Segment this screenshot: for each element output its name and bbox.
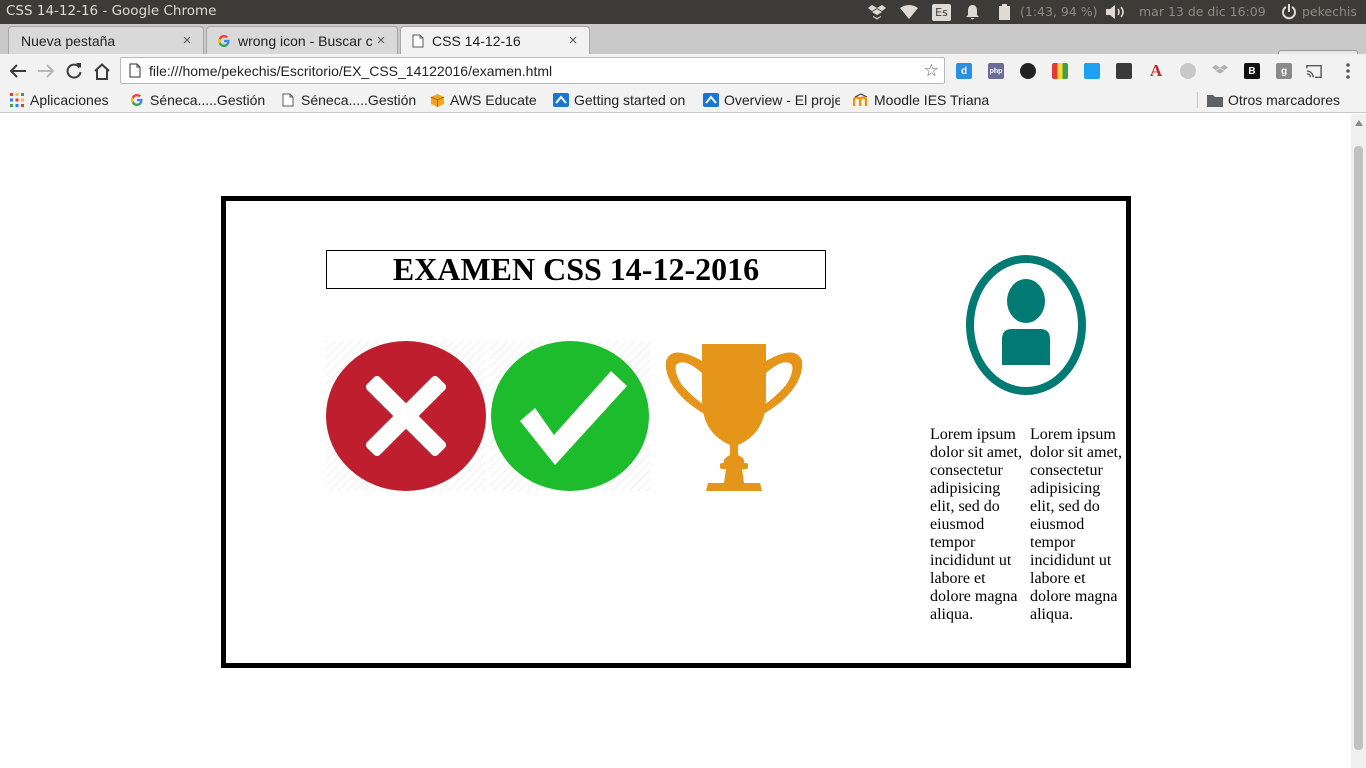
bookmark-label: Getting started on [574,92,686,108]
moodle-icon [853,92,869,108]
bookmark-label: AWS Educate [450,92,537,108]
cast-icon[interactable] [1306,63,1322,79]
php-extension-icon[interactable]: php [988,63,1004,79]
window-title: CSS 14-12-16 - Google Chrome [6,3,217,19]
user-name[interactable]: pekechis [1302,4,1357,19]
trophy-icon [665,344,803,491]
address-bar[interactable]: file:///home/pekechis/Escritorio/EX_CSS_… [120,57,945,84]
os-top-panel: CSS 14-12-16 - Google Chrome Es (1:43, 9… [0,0,1366,24]
b-extension-icon[interactable]: B [1244,63,1260,79]
battery-status[interactable]: (1:43, 94 %) [1020,4,1098,19]
docs-icon [703,92,719,108]
wifi-icon[interactable] [899,0,919,24]
extension-label: A [1149,61,1163,80]
bookmark-aws-educate[interactable]: AWS Educate [429,90,547,110]
tab-close-icon[interactable]: × [179,32,195,49]
user-avatar-icon [966,255,1086,395]
page-icon [410,33,426,49]
language-label: Es [932,3,951,21]
browser-toolbar: file:///home/pekechis/Escritorio/EX_CSS_… [0,54,1366,87]
wrong-icon [326,341,486,491]
extension-label: g [1280,65,1288,77]
apps-grid-icon [9,92,25,108]
bookmark-getting-started[interactable]: Getting started on [553,90,690,110]
scroll-thumb[interactable] [1354,146,1363,750]
tab-google-search[interactable]: wrong icon - Buscar con Google × [206,26,398,54]
clock[interactable]: mar 13 de dic 16:09 [1139,4,1266,19]
bookmark-seneca-page[interactable]: Séneca.....Gestión [280,90,417,110]
tab-strip: Nueva pestaña × wrong icon - Buscar con … [0,24,1366,72]
vertical-scrollbar[interactable] [1351,114,1366,768]
tab-new-tab[interactable]: Nueva pestaña × [8,26,204,54]
folder-icon [1207,92,1223,108]
reload-icon [66,63,82,79]
exam-container: EXAMEN CSS 14-12-2016 Lorem ipsum dolor … [221,196,1131,668]
notification-bell-icon[interactable] [963,0,981,24]
tab-close-icon[interactable]: × [373,32,389,49]
lorem-paragraph: Lorem ipsum dolor sit amet, consectetur … [1030,426,1122,623]
volume-icon[interactable] [1105,0,1129,24]
back-arrow-icon [9,64,26,78]
palette-extension-icon[interactable] [1052,63,1068,79]
font-extension-icon[interactable]: A [1148,61,1164,80]
reload-button[interactable] [63,60,85,82]
extension-label: d [960,65,968,77]
page-viewport: EXAMEN CSS 14-12-2016 Lorem ipsum dolor … [0,114,1351,768]
check-icon [490,341,650,491]
lorem-paragraph: Lorem ipsum dolor sit amet, consectetur … [930,426,1022,623]
tab-close-icon[interactable]: × [565,32,581,49]
tab-label: Nueva pestaña [21,32,116,49]
scroll-up-arrow-icon[interactable] [1355,120,1363,126]
m-extension-icon[interactable] [1180,63,1196,79]
bookmark-label: Aplicaciones [30,92,109,108]
url-text[interactable]: file:///home/pekechis/Escritorio/EX_CSS_… [149,63,552,79]
twitter-extension-icon[interactable] [1084,63,1100,79]
bookmark-label: Séneca.....Gestión [301,92,417,108]
bookmark-label: Overview - El project [724,92,840,108]
bookmark-moodle[interactable]: Moodle IES Triana [853,90,991,110]
d-extension-icon[interactable]: d [956,63,972,79]
dropbox-extension-icon[interactable] [1212,63,1228,79]
google-icon [216,33,232,49]
forward-button[interactable] [35,60,57,82]
google-icon [129,92,145,108]
tab-css-exam[interactable]: CSS 14-12-16 × [400,26,590,54]
home-button[interactable] [91,60,113,82]
aws-box-icon [429,92,445,108]
bookmark-separator [1197,92,1198,108]
file-icon [129,63,141,78]
keyboard-language-indicator[interactable]: Es [932,0,951,24]
g-extension-icon[interactable]: g [1276,63,1292,79]
tab-label: CSS 14-12-16 [432,32,521,49]
page-icon [280,92,296,108]
back-button[interactable] [7,60,29,82]
bookmark-seneca-google[interactable]: Séneca.....Gestión [129,90,267,110]
battery-icon[interactable] [997,0,1011,24]
forward-arrow-icon [38,64,55,78]
film-extension-icon[interactable] [1116,63,1132,79]
bookmark-apps[interactable]: Aplicaciones [9,90,121,110]
color-picker-extension-icon[interactable] [1020,63,1036,79]
bookmark-label: Otros marcadores [1228,92,1341,108]
docs-icon [553,92,569,108]
bookmark-star-icon[interactable]: ☆ [924,61,939,81]
power-icon[interactable] [1279,0,1299,24]
extension-label: B [1248,65,1256,77]
page-title: EXAMEN CSS 14-12-2016 [326,250,826,289]
bookmark-label: Séneca.....Gestión [150,92,266,108]
home-icon [94,62,110,80]
bookmark-other-folder[interactable]: Otros marcadores [1207,90,1355,110]
extension-label: php [989,67,1003,75]
bookmark-overview[interactable]: Overview - El project [703,90,840,110]
bookmark-label: Moodle IES Triana [874,92,990,108]
tab-label: wrong icon - Buscar con Google [238,32,373,49]
bookmarks-bar: Aplicaciones Séneca.....Gestión Séneca..… [0,87,1366,113]
menu-icon[interactable] [1340,63,1356,79]
dropbox-tray-icon[interactable] [867,0,887,24]
